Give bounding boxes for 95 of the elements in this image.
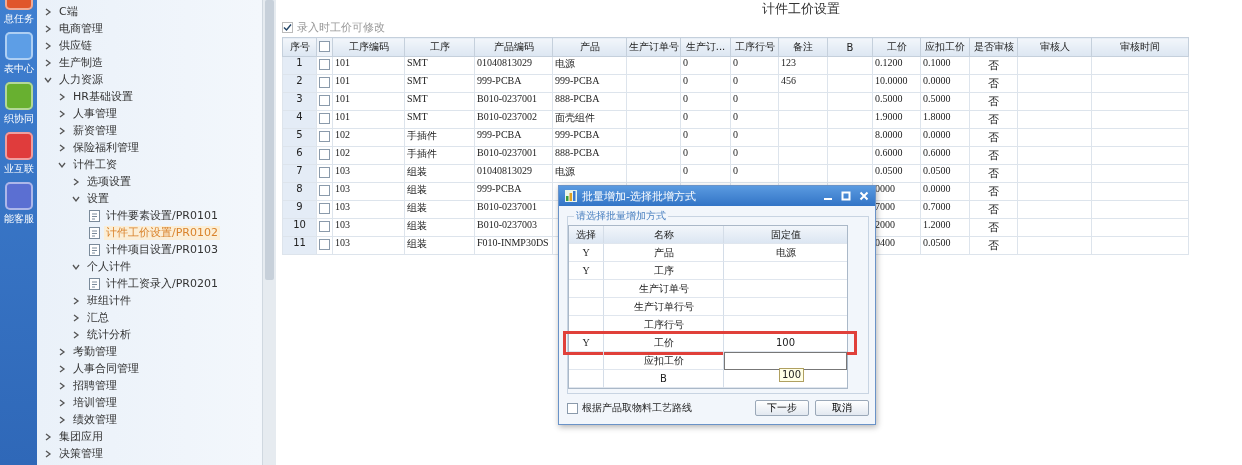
tree-item[interactable]: 设置 — [85, 191, 111, 206]
table-cell: 电源 — [724, 244, 847, 262]
row-checkbox[interactable] — [319, 131, 330, 142]
column-header[interactable]: 生产订单号 — [626, 37, 681, 57]
app-label[interactable]: 能客服 — [3, 212, 34, 226]
table-cell: 工价 — [604, 334, 724, 352]
row-checkbox[interactable] — [319, 77, 330, 88]
app-label[interactable]: 息任务 — [3, 12, 34, 26]
tree-item[interactable]: 培训管理 — [71, 395, 119, 410]
column-header[interactable]: 审核时间 — [1091, 37, 1189, 57]
app-label[interactable]: 业互联 — [3, 162, 34, 176]
bar-chart-icon — [565, 190, 577, 202]
tree-item[interactable]: 决策管理 — [57, 446, 105, 461]
scrollbar[interactable] — [262, 0, 276, 465]
tree-item[interactable]: 班组计件 — [85, 293, 133, 308]
column-header[interactable]: 序号 — [282, 37, 317, 57]
column-header[interactable]: 名称 — [604, 226, 724, 244]
tooltip: 100 — [779, 368, 805, 382]
group-title: 请选择批量增加方式 — [574, 209, 668, 223]
column-header[interactable]: 审核人 — [1017, 37, 1092, 57]
row-checkbox[interactable] — [319, 185, 330, 196]
column-header[interactable]: 产品编码 — [474, 37, 553, 57]
page-title: 计件工价设置 — [761, 0, 841, 17]
table-cell: 产品 — [604, 244, 724, 262]
checkbox[interactable] — [567, 402, 578, 414]
tree-item[interactable]: 招聘管理 — [71, 378, 119, 393]
tree-item[interactable]: 绩效管理 — [71, 412, 119, 427]
app-icon[interactable] — [4, 82, 33, 110]
column-header[interactable]: 工序编码 — [332, 37, 405, 57]
tree-item[interactable]: 计件工资 — [71, 157, 119, 172]
tree-item[interactable]: 人事合同管理 — [71, 361, 141, 376]
app-icon[interactable] — [4, 182, 33, 210]
tree-item[interactable]: 电商管理 — [57, 21, 105, 36]
tree-item[interactable]: 统计分析 — [85, 327, 133, 342]
column-header[interactable]: 工序 — [404, 37, 475, 57]
table-cell: 生产订单行号 — [604, 298, 724, 316]
tree-item[interactable]: 集团应用 — [57, 429, 105, 444]
tree-item[interactable]: HR基础设置 — [71, 89, 135, 104]
tree-item[interactable]: 人事管理 — [71, 106, 119, 121]
tree-item[interactable]: 汇总 — [85, 310, 111, 325]
column-header[interactable]: 是否审核 — [969, 37, 1018, 57]
row-checkbox[interactable] — [319, 239, 330, 250]
dialog-button[interactable]: 下一步 — [755, 400, 809, 416]
app-icon[interactable] — [4, 132, 33, 160]
tree-item[interactable]: 选项设置 — [85, 174, 133, 189]
row-checkbox[interactable] — [319, 95, 330, 106]
row-checkbox[interactable] — [319, 59, 330, 70]
tree-item[interactable]: 保险福利管理 — [71, 140, 141, 155]
table-cell: 工序行号 — [604, 316, 724, 334]
tree-item[interactable]: 考勤管理 — [71, 344, 119, 359]
dialog-button[interactable]: 取消 — [815, 400, 869, 416]
checkbox-label: 录入时工价可修改 — [297, 19, 385, 35]
document-icon — [89, 226, 100, 239]
tree-item[interactable]: 薪资管理 — [71, 123, 119, 138]
tree-item[interactable]: 计件工资录入/PR0201 — [104, 276, 220, 291]
app-icon[interactable] — [4, 32, 33, 60]
row-checkbox[interactable] — [319, 149, 330, 160]
column-header[interactable]: 工序行号 — [730, 37, 779, 57]
row-checkbox[interactable] — [319, 203, 330, 214]
row-checkbox[interactable] — [319, 167, 330, 178]
tree-item[interactable]: 计件要素设置/PR0101 — [104, 208, 220, 223]
tree-item[interactable]: 个人计件 — [85, 259, 133, 274]
tree-item[interactable]: 人力资源 — [57, 72, 105, 87]
column-header[interactable]: 工价 — [872, 37, 921, 57]
tree-item[interactable]: 计件项目设置/PR0103 — [104, 242, 220, 257]
tree-item[interactable]: 供应链 — [57, 38, 94, 53]
value-input-field[interactable] — [724, 352, 847, 370]
table-cell: Y — [569, 244, 604, 262]
tree-item[interactable]: 生产制造 — [57, 55, 105, 70]
row-checkbox[interactable] — [319, 113, 330, 124]
tree-item[interactable]: C端 — [57, 4, 80, 19]
document-icon — [89, 243, 100, 256]
column-header[interactable]: 备注 — [778, 37, 828, 57]
document-icon — [89, 209, 100, 222]
row-checkbox[interactable] — [319, 221, 330, 232]
table-cell: Y — [569, 262, 604, 280]
app-label[interactable]: 织协同 — [3, 112, 34, 126]
table-cell: 工序 — [604, 262, 724, 280]
column-header[interactable]: 应扣工价 — [920, 37, 970, 57]
checkbox[interactable] — [282, 21, 293, 33]
select-all-checkbox[interactable] — [319, 40, 330, 52]
app-label[interactable]: 表中心 — [3, 62, 34, 76]
dialog-title: 批量增加-选择批增方式 — [582, 188, 696, 204]
close-icon[interactable] — [859, 191, 869, 201]
table-cell: 生产订单号 — [604, 280, 724, 298]
checkbox-label: 根据产品取物料工艺路线 — [582, 401, 692, 415]
table-cell: Y — [569, 334, 604, 352]
column-header[interactable]: B — [827, 37, 873, 57]
column-header[interactable]: 产品 — [552, 37, 627, 57]
column-header[interactable]: 选择 — [569, 226, 604, 244]
column-header[interactable]: 生产订... — [680, 37, 731, 57]
table-cell: B — [604, 370, 724, 388]
document-icon — [89, 277, 100, 290]
maximize-icon[interactable] — [841, 191, 851, 201]
column-header[interactable]: 固定值 — [724, 226, 847, 244]
